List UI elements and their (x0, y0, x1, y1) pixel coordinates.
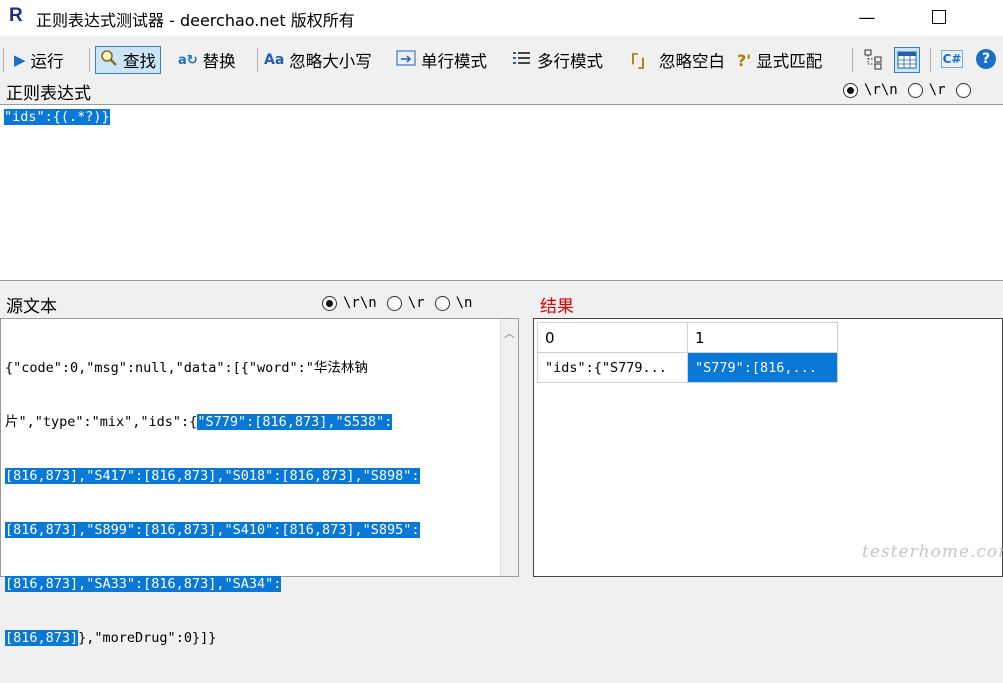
source-line: 片","type":"mix","ids":{"S779":[816,873],… (5, 414, 393, 430)
result-label: 结果 (540, 297, 574, 317)
source-radio-lf-label: \n (455, 295, 473, 311)
app-icon: R (9, 5, 23, 26)
play-icon: ▶ (14, 51, 26, 69)
result-cell-selected[interactable]: "S779":[816,... (687, 352, 838, 383)
toolbar-separator (930, 48, 931, 72)
explicit-capture-button[interactable]: ?' 显式匹配 (737, 46, 822, 74)
single-line-button[interactable]: 单行模式 (396, 46, 487, 74)
source-line: [816,873],"S417":[816,873],"S018":[816,8… (5, 468, 420, 484)
ignore-whitespace-button[interactable]: 「」 忽略空白 (622, 46, 725, 74)
toolbar-separator (852, 48, 853, 72)
regex-label: 正则表达式 (6, 84, 91, 104)
multi-line-label: 多行模式 (537, 52, 603, 71)
find-button[interactable]: 查找 (95, 46, 161, 74)
toolbar: ▶ 运行 查找 a↻ 替换 Aa 忽略大小写 单行模式 多行模式 「」 忽略空白… (0, 42, 1003, 78)
source-text-input[interactable]: {"code":0,"msg":null,"data":[{"word":"华法… (0, 318, 519, 646)
single-line-icon (396, 50, 416, 70)
source-radio-cr-label: \r (407, 295, 425, 311)
single-line-label: 单行模式 (421, 52, 487, 71)
regex-radio-crlf[interactable] (843, 82, 858, 98)
magnifier-icon (100, 49, 118, 71)
ignore-case-icon: Aa (264, 52, 285, 68)
toolbar-separator (89, 48, 90, 72)
regex-radio-lf[interactable] (955, 82, 971, 98)
result-column-header[interactable]: 1 (687, 322, 838, 353)
brackets-icon: 「」 (622, 52, 655, 71)
regex-radio-crlf-label: \r\n (864, 82, 898, 98)
table-view-button[interactable] (894, 47, 920, 73)
run-button[interactable]: ▶ 运行 (14, 46, 64, 74)
source-radio-lf[interactable] (434, 295, 450, 311)
replace-button[interactable]: a↻ 替换 (178, 46, 236, 74)
regex-radio-cr-label: \r (928, 82, 946, 98)
find-label: 查找 (123, 52, 156, 71)
explicit-capture-label: 显式匹配 (756, 52, 823, 71)
pane-splitter[interactable] (519, 288, 533, 577)
csharp-code-button[interactable]: C# (940, 47, 964, 71)
regex-radio-cr[interactable] (907, 82, 923, 98)
ignore-case-button[interactable]: Aa 忽略大小写 (264, 46, 372, 74)
ignore-whitespace-label: 忽略空白 (659, 52, 726, 71)
source-line: {"code":0,"msg":null,"data":[{"word":"华法… (5, 360, 368, 376)
source-scrollbar[interactable]: ︿ (500, 319, 518, 576)
result-cell[interactable]: "ids":{"S779... (537, 352, 688, 383)
regex-pattern: "ids":{(.*?)} (4, 109, 110, 125)
scroll-up-arrow-icon[interactable]: ︿ (501, 325, 518, 341)
minimize-icon: — (858, 8, 876, 28)
source-radio-crlf-label: \r\n (343, 295, 377, 311)
result-table: 0 1 "ids":{"S779... "S779":[816,... (537, 322, 838, 383)
regex-input[interactable]: "ids":{(.*?)} (0, 104, 1003, 281)
result-header-row: 0 1 (537, 322, 838, 353)
regex-newline-options: \r\n \r (833, 82, 977, 98)
maximize-icon (932, 9, 946, 24)
multi-line-icon (512, 50, 532, 70)
source-radio-crlf[interactable] (322, 295, 337, 311)
csharp-icon: C# (940, 50, 964, 68)
run-label: 运行 (30, 52, 64, 71)
source-line: [816,873]},"moreDrug":0}]} (5, 630, 217, 646)
source-newline-options: \r\n \r \n (312, 295, 472, 311)
help-button[interactable]: ? (974, 47, 998, 71)
source-line: [816,873],"SA33":[816,873],"SA34": (5, 576, 282, 592)
ignore-case-label: 忽略大小写 (289, 52, 372, 71)
source-line: [816,873],"S899":[816,873],"S410":[816,8… (5, 522, 420, 538)
table-view-icon (897, 51, 917, 69)
source-label: 源文本 (6, 297, 57, 317)
maximize-button[interactable] (914, 0, 964, 36)
source-radio-cr[interactable] (386, 295, 402, 311)
window-title: 正则表达式测试器 - deerchao.net 版权所有 (36, 11, 355, 30)
result-column-header[interactable]: 0 (537, 322, 688, 353)
replace-icon: a↻ (178, 52, 198, 68)
tree-view-button[interactable] (862, 47, 886, 71)
table-row[interactable]: "ids":{"S779... "S779":[816,... (537, 352, 838, 383)
result-grid: 0 1 "ids":{"S779... "S779":[816,... (533, 318, 1003, 577)
minimize-button[interactable]: — (842, 0, 892, 36)
question-quote-icon: ?' (737, 50, 752, 70)
title-bar: R 正则表达式测试器 - deerchao.net 版权所有 — (0, 0, 1003, 36)
source-text: {"code":0,"msg":null,"data":[{"word":"华法… (5, 323, 491, 683)
multi-line-button[interactable]: 多行模式 (512, 46, 603, 74)
watermark: testerhome.com (862, 542, 1003, 562)
tree-view-icon (864, 49, 882, 70)
toolbar-separator (257, 48, 258, 72)
help-icon: ? (976, 49, 996, 69)
replace-label: 替换 (202, 52, 236, 71)
toolbar-grip (3, 48, 4, 72)
